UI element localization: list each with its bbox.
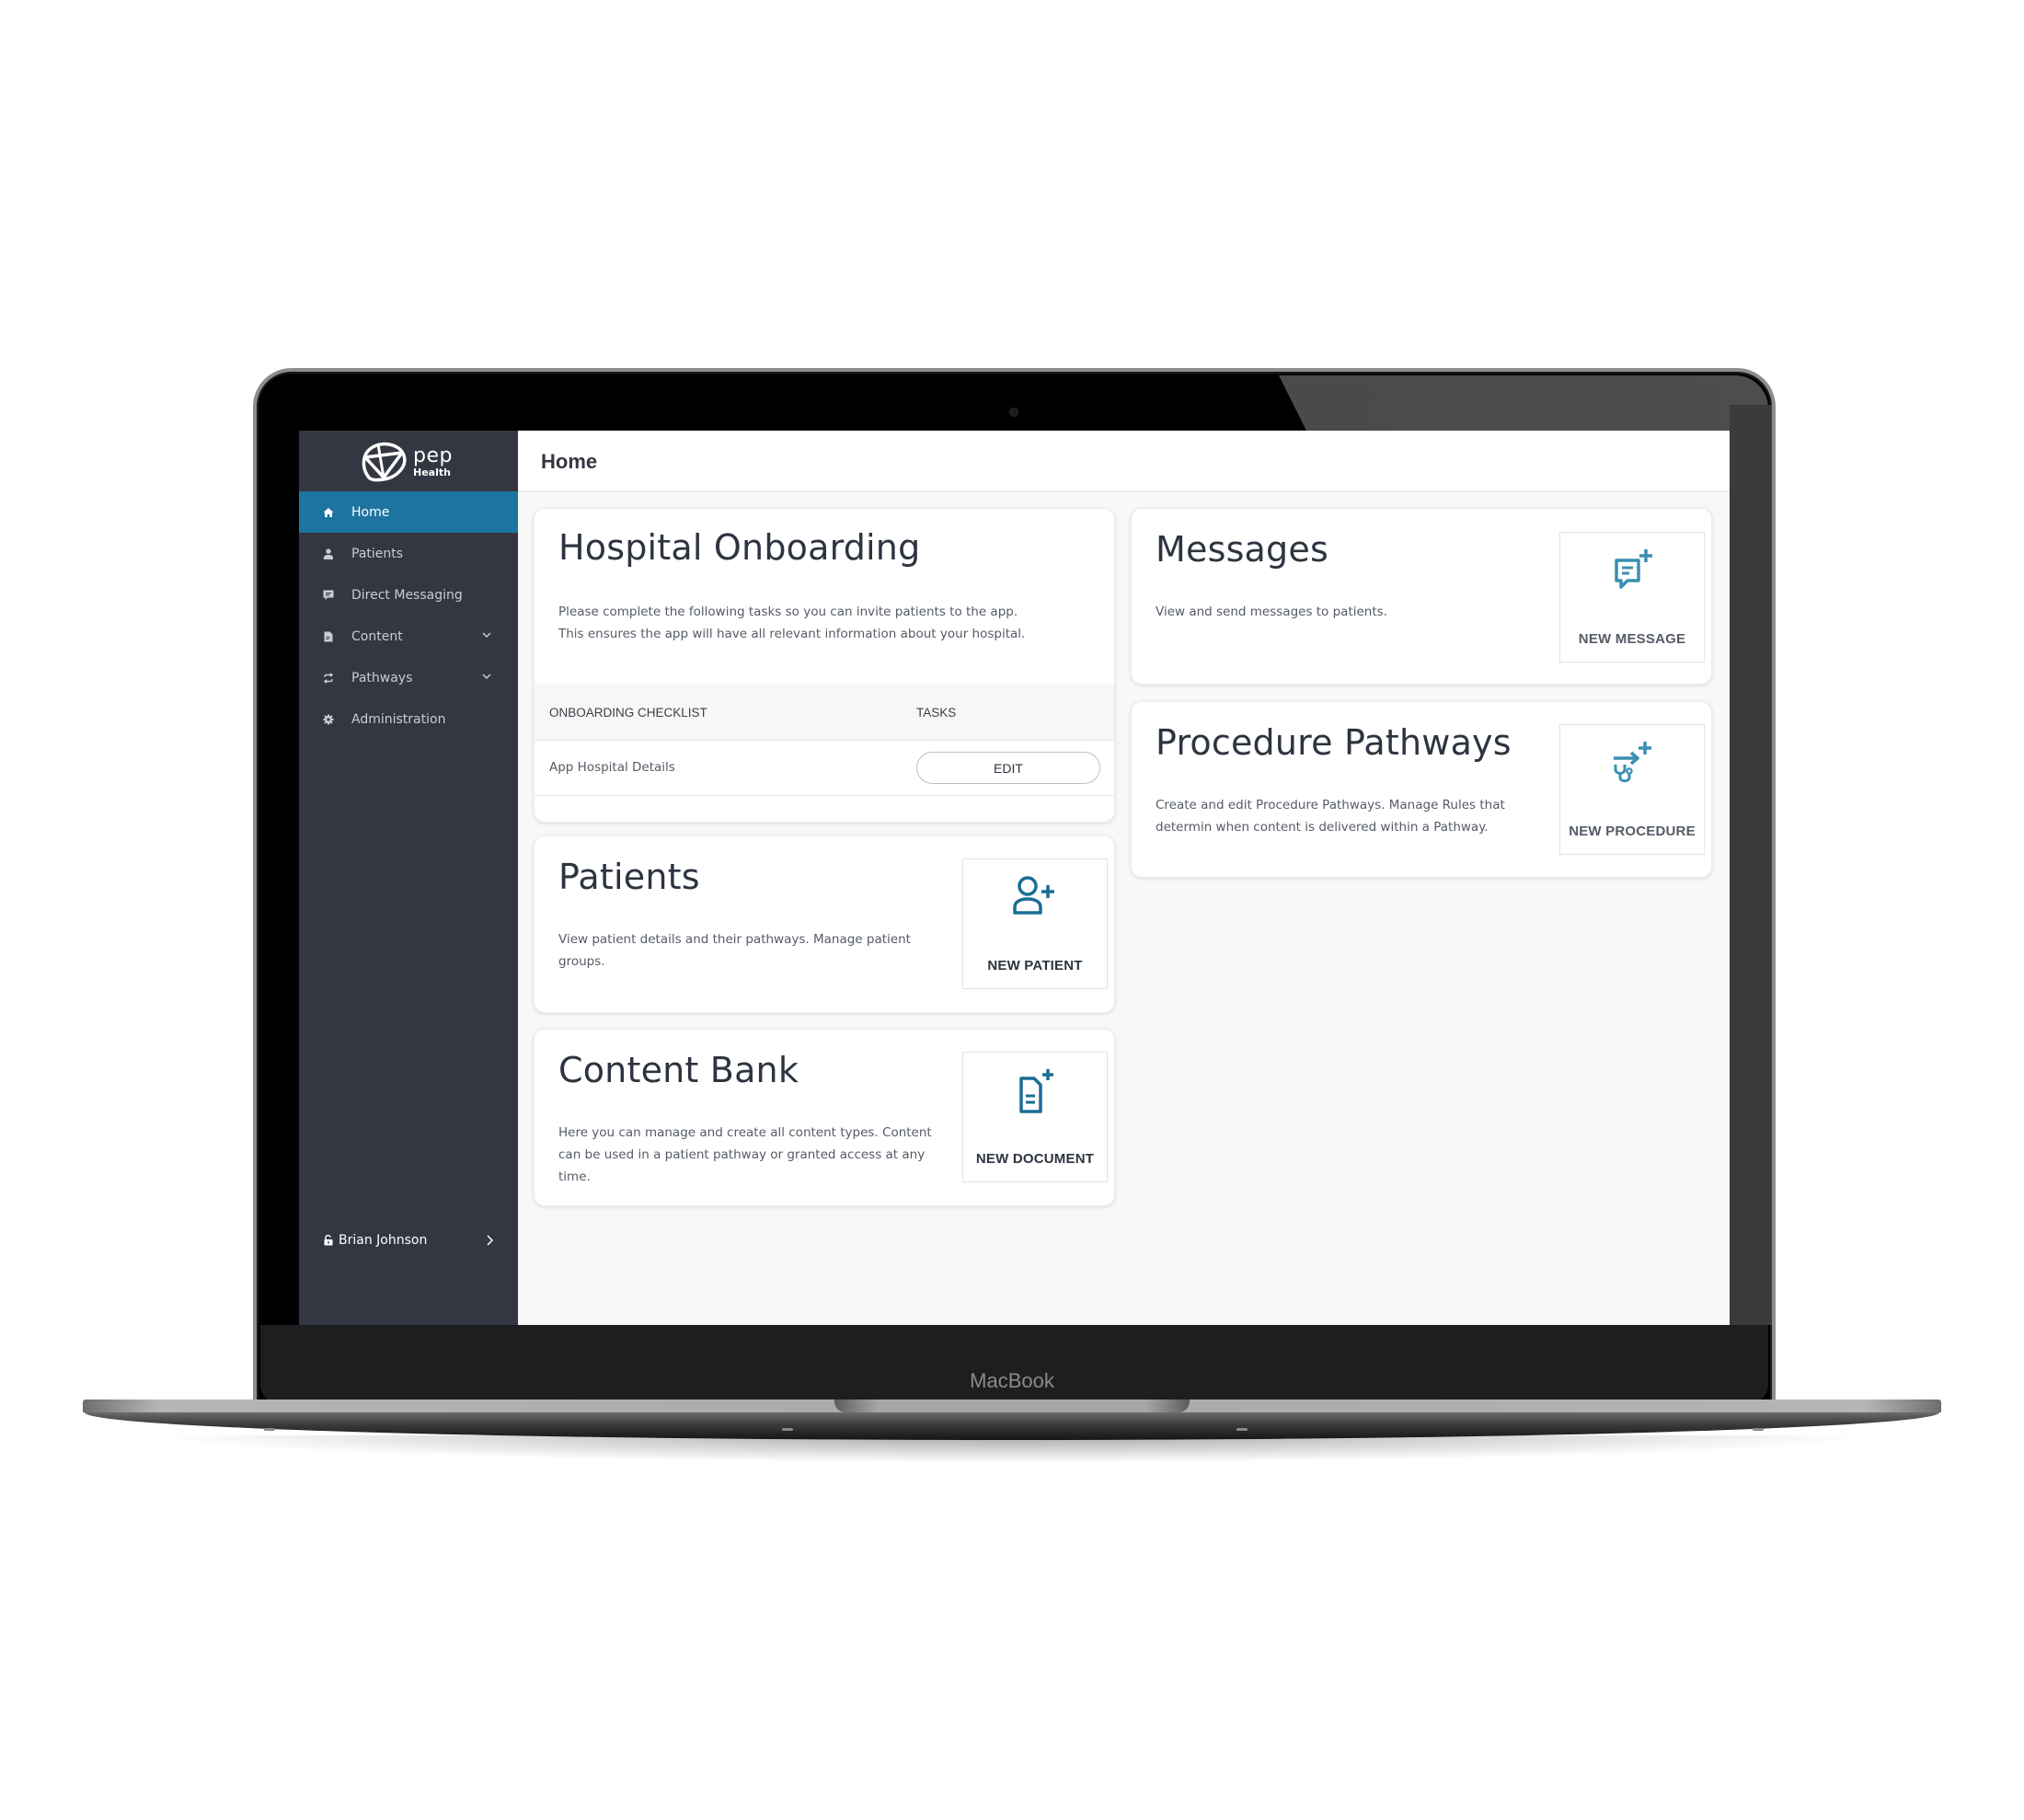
sidebar-item-label: Content xyxy=(351,628,403,644)
screen-glare xyxy=(1279,375,1768,431)
laptop-foot xyxy=(264,1428,275,1431)
brand-name: pep xyxy=(413,444,453,467)
sidebar-item-content[interactable]: Content xyxy=(299,616,518,657)
action-label: NEW PROCEDURE xyxy=(1569,824,1696,839)
table-row: App Hospital Details EDIT xyxy=(535,741,1114,796)
row-label: App Hospital Details xyxy=(549,760,675,775)
document-icon xyxy=(323,631,334,642)
new-procedure-button[interactable]: NEW PROCEDURE xyxy=(1559,724,1705,855)
action-label: NEW MESSAGE xyxy=(1578,631,1686,647)
desc-line: determin when content is delivered withi… xyxy=(1156,820,1489,835)
laptop-foot xyxy=(1236,1428,1248,1431)
device-label: MacBook xyxy=(970,1369,1054,1392)
sidebar-item-label: Patients xyxy=(351,546,404,561)
sidebar-item-label: Pathways xyxy=(351,670,413,685)
user-menu[interactable]: Brian Johnson xyxy=(323,1231,498,1250)
desc-line: Please complete the following tasks so y… xyxy=(558,605,1018,619)
add-message-icon xyxy=(1615,549,1652,589)
home-icon xyxy=(323,507,334,518)
add-user-icon xyxy=(1013,876,1054,915)
desc-line: View and send messages to patients. xyxy=(1156,605,1387,619)
procedures-card: Procedure Pathways Create and edit Proce… xyxy=(1131,701,1712,878)
desc-line: can be used in a patient pathway or gran… xyxy=(558,1147,926,1162)
action-label: NEW DOCUMENT xyxy=(975,1151,1095,1167)
brand-sub: Health xyxy=(413,467,451,478)
new-message-button[interactable]: NEW MESSAGE xyxy=(1559,532,1705,662)
sidebar-nav: Home Patients Direct Messaging Content P… xyxy=(299,491,518,740)
sidebar: pep Health Home Patients Direct Messagin… xyxy=(299,431,518,1325)
content-bank-card: Content Bank Here you can manage and cre… xyxy=(534,1029,1115,1206)
desc-line: Here you can manage and create all conte… xyxy=(558,1125,932,1140)
brand-logo[interactable]: pep Health xyxy=(360,438,470,486)
chevron-down-icon[interactable] xyxy=(481,671,492,682)
page-title: Home xyxy=(541,450,598,473)
chevron-down-icon[interactable] xyxy=(481,629,492,640)
add-procedure-icon xyxy=(1614,742,1651,783)
user-name: Brian Johnson xyxy=(339,1233,428,1248)
card-title: Patients xyxy=(558,857,700,897)
card-description: View and send messages to patients. xyxy=(1156,601,1387,623)
sidebar-item-label: Administration xyxy=(351,711,446,727)
desc-line: Create and edit Procedure Pathways. Mana… xyxy=(1156,798,1505,812)
sidebar-item-direct-messaging[interactable]: Direct Messaging xyxy=(299,574,518,616)
laptop-foot xyxy=(1753,1428,1764,1431)
new-document-button[interactable]: NEW DOCUMENT xyxy=(962,1052,1108,1182)
sidebar-item-label: Direct Messaging xyxy=(351,587,463,603)
checklist-header: ONBOARDING CHECKLIST TASKS xyxy=(535,684,1114,741)
sidebar-item-administration[interactable]: Administration xyxy=(299,698,518,740)
edit-button[interactable]: EDIT xyxy=(916,752,1100,784)
sidebar-item-patients[interactable]: Patients xyxy=(299,533,518,574)
desc-line: groups. xyxy=(558,954,605,969)
chevron-right-icon xyxy=(487,1235,494,1246)
desc-line: This ensures the app will have all relev… xyxy=(558,627,1026,641)
user-icon xyxy=(323,548,334,559)
screen-glare-side xyxy=(1730,405,1772,1325)
page-header: Home xyxy=(518,431,1730,492)
laptop-notch xyxy=(834,1400,1190,1412)
unlock-icon xyxy=(324,1235,333,1246)
sidebar-item-pathways[interactable]: Pathways xyxy=(299,657,518,698)
patients-card: Patients View patient details and their … xyxy=(534,835,1115,1013)
add-document-icon xyxy=(1019,1069,1053,1113)
card-description: Create and edit Procedure Pathways. Mana… xyxy=(1156,794,1505,838)
card-title: Messages xyxy=(1156,529,1328,570)
card-title: Content Bank xyxy=(558,1050,799,1090)
card-title: Procedure Pathways xyxy=(1156,722,1512,763)
onboarding-card: Hospital Onboarding Please complete the … xyxy=(534,508,1115,823)
sidebar-item-label: Home xyxy=(351,504,390,520)
chat-icon xyxy=(323,590,334,601)
camera-icon xyxy=(1009,408,1018,417)
desc-line: View patient details and their pathways.… xyxy=(558,932,911,947)
card-description: Here you can manage and create all conte… xyxy=(558,1122,932,1188)
messages-card: Messages View and send messages to patie… xyxy=(1131,508,1712,685)
column-header-tasks: TASKS xyxy=(916,706,957,720)
gear-icon xyxy=(323,714,334,725)
card-description: View patient details and their pathways.… xyxy=(558,928,911,973)
swap-icon xyxy=(323,672,334,684)
card-title: Hospital Onboarding xyxy=(558,527,921,568)
column-header-checklist: ONBOARDING CHECKLIST xyxy=(549,706,707,720)
desc-line: time. xyxy=(558,1169,591,1184)
action-label: NEW PATIENT xyxy=(987,958,1083,973)
sidebar-item-home[interactable]: Home xyxy=(299,491,518,533)
pep-logo-icon xyxy=(362,442,407,482)
laptop-foot xyxy=(782,1428,793,1431)
card-description: Please complete the following tasks so y… xyxy=(558,601,1025,645)
app-screen: pep Health Home Patients Direct Messagin… xyxy=(299,431,1730,1325)
new-patient-button[interactable]: NEW PATIENT xyxy=(962,858,1108,989)
